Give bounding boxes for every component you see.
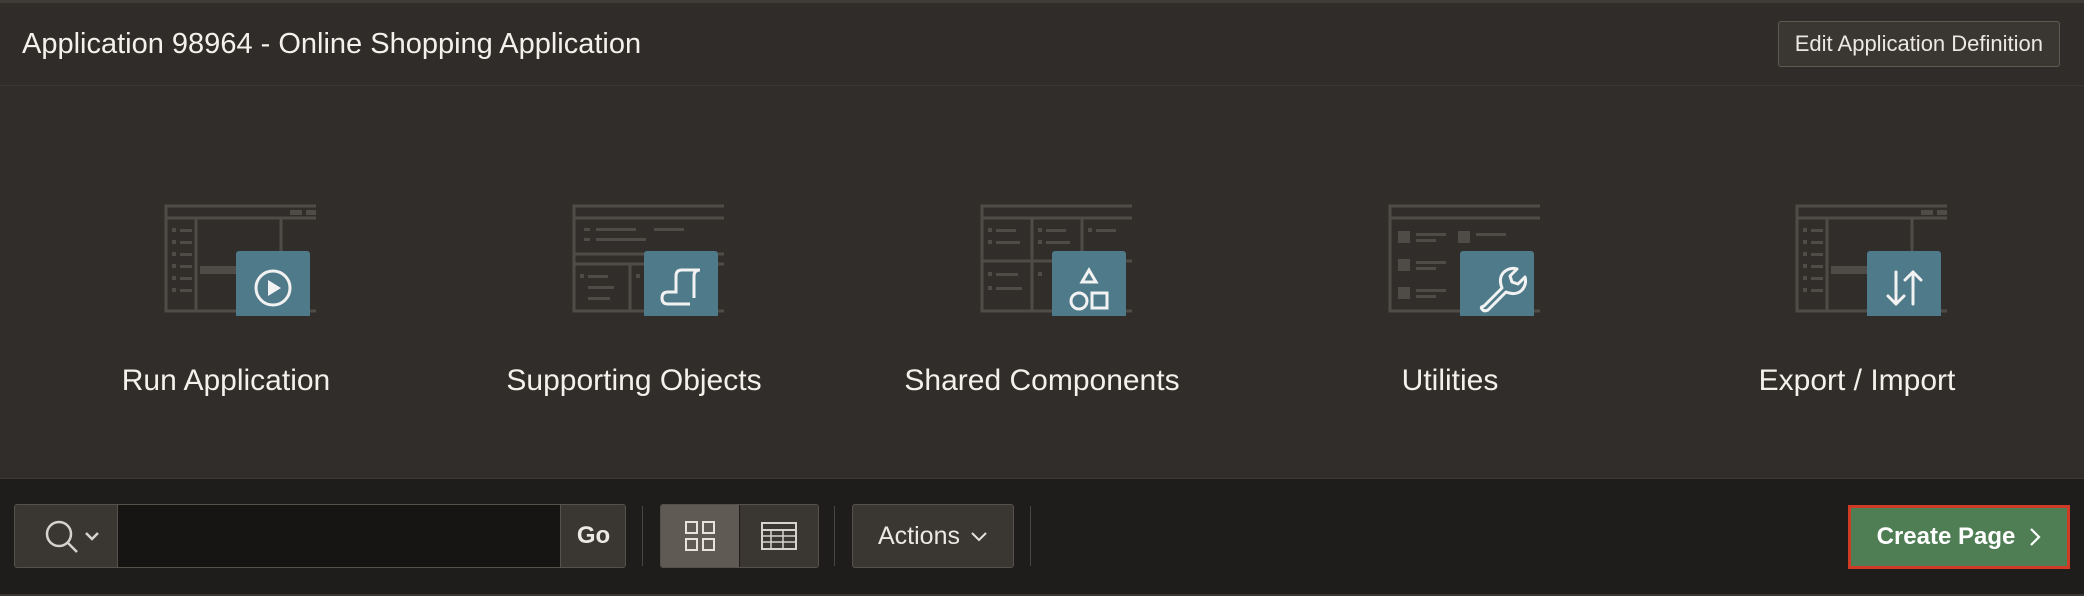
chevron-right-icon [2030,528,2041,546]
actions-label: Actions [878,521,960,550]
search-icon [45,520,78,553]
tile-label: Shared Components [904,364,1180,397]
tile-utilities[interactable]: Utilities [1270,196,1630,398]
tile-label: Export / Import [1758,364,1956,397]
search-input[interactable] [118,505,560,567]
go-button[interactable]: Go [560,505,625,567]
export-import-illustration [1795,204,1947,316]
tile-label: Utilities [1401,364,1499,397]
supporting-objects-illustration [572,204,724,316]
search-options-button[interactable] [15,505,118,567]
page-toolbar: Go Actions Create Page [0,478,2084,595]
app-header: Application 98964 - Online Shopping Appl… [0,3,2084,87]
run-application-illustration [164,204,316,316]
toolbar-divider [642,506,643,566]
actions-menu-button[interactable]: Actions [852,504,1014,568]
report-view-button[interactable] [740,505,818,567]
grid-icon [685,521,715,551]
tile-run-application[interactable]: Run Application [46,196,406,398]
icons-view-button[interactable] [661,505,739,567]
utilities-illustration [1388,204,1540,316]
tile-export-import[interactable]: Export / Import [1677,196,2037,398]
tile-shared-components[interactable]: Shared Components [862,196,1222,398]
toolbar-divider [1030,506,1031,566]
shared-components-illustration [980,204,1132,316]
tile-label: Supporting Objects [506,364,762,397]
chevron-down-icon [85,532,99,541]
edit-application-definition-button[interactable]: Edit Application Definition [1777,21,2060,67]
page-title: Application 98964 - Online Shopping Appl… [22,28,642,60]
toolbar-divider [834,506,835,566]
tile-badge [1460,251,1534,316]
create-page-button[interactable]: Create Page [1848,505,2070,569]
tile-label: Run Application [121,364,331,397]
tile-badge [644,251,718,316]
chevron-down-icon [971,532,987,542]
table-icon [761,522,797,550]
tile-badge [1867,251,1941,316]
tile-supporting-objects[interactable]: Supporting Objects [454,196,814,398]
view-mode-toggle [660,504,819,568]
app-home-tiles: Run Application Supporting Objects Share… [0,86,2084,478]
create-page-label: Create Page [1876,523,2016,550]
search-group: Go [14,504,626,568]
